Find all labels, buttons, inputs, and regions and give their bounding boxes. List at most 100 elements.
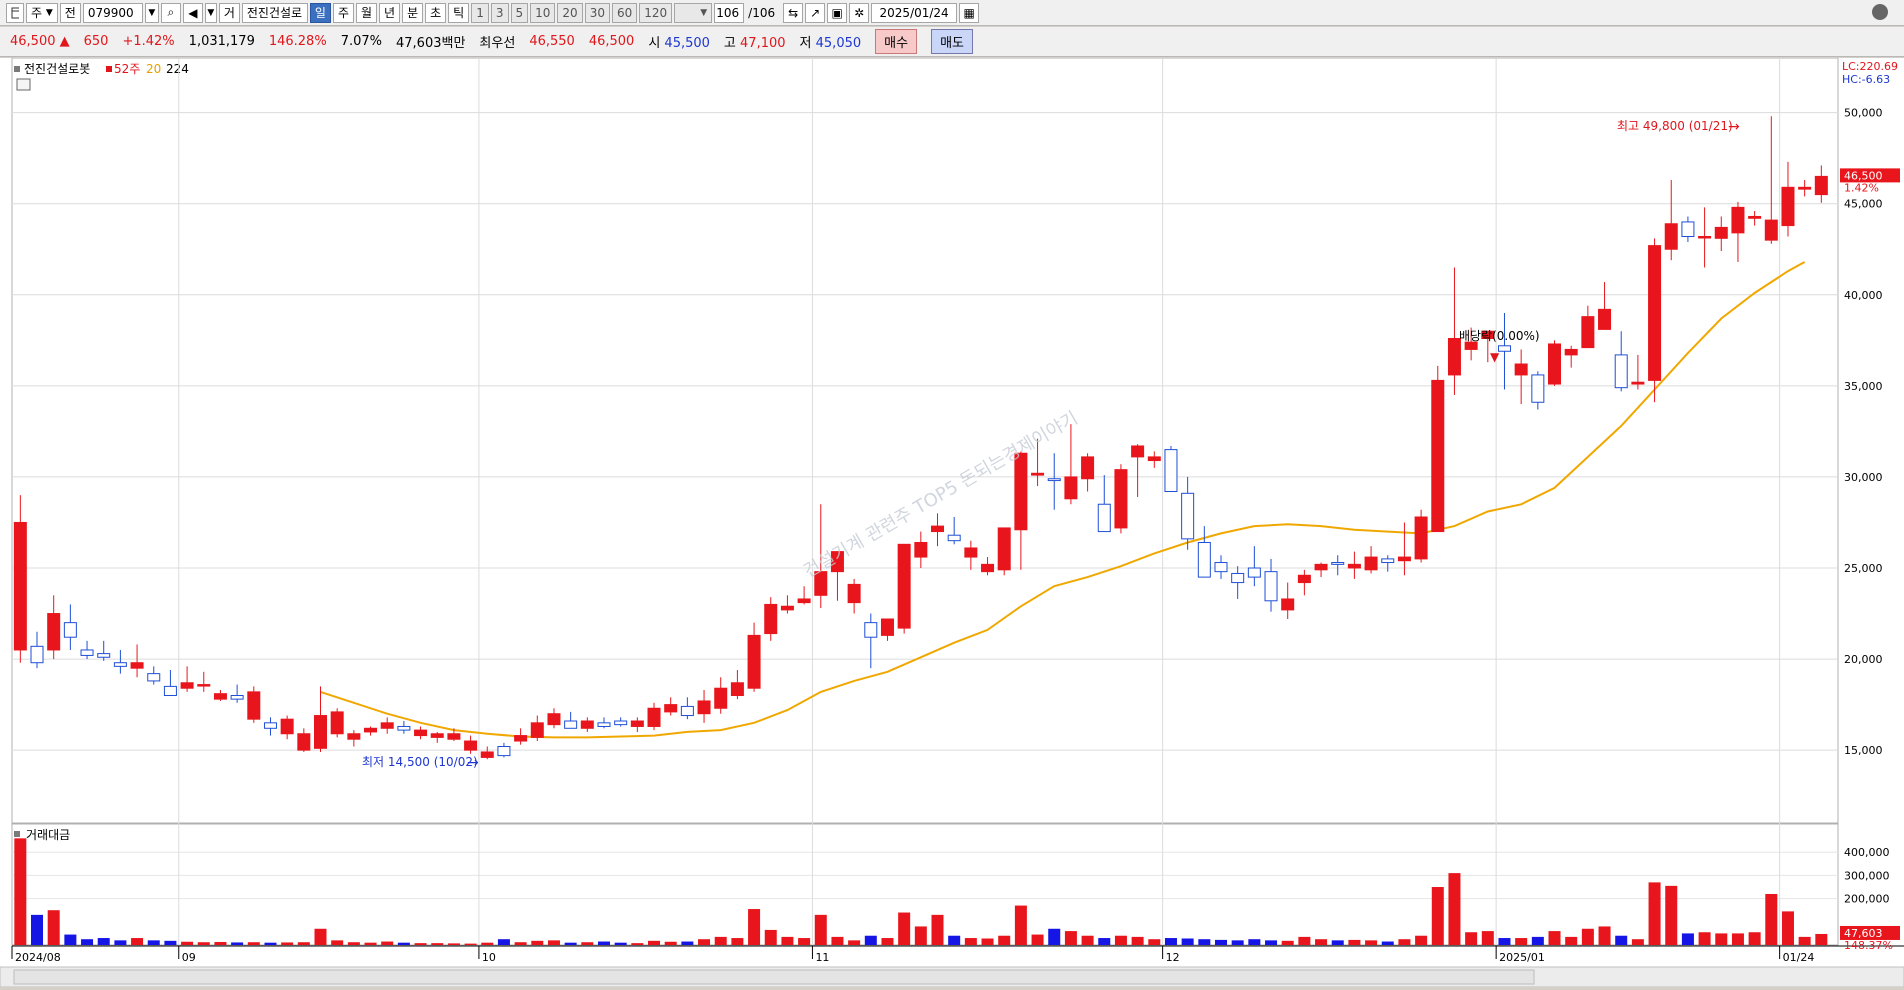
candle-body [97,653,111,658]
date-tick-label: 11 [815,951,829,964]
candle-body [947,534,961,542]
volume-bar [97,938,110,945]
search-button[interactable]: ⌕ [160,2,181,23]
candle-body [1581,316,1595,349]
volume-bar [931,914,944,945]
price-tick-label: 15,000 [1844,744,1883,757]
volume-bar [1631,939,1644,945]
max-arrow-icon: → [1728,119,1740,135]
up-arrow-icon: ▲ [59,34,70,49]
stock-code-input[interactable]: 079900 [82,2,143,23]
volume-bar [181,941,194,945]
save-icon: ▣ [831,5,843,20]
volume: 1,031,179 [188,34,255,49]
volume-bar [1481,931,1494,945]
mode-select-1[interactable]: 주 ▼ [26,2,58,23]
price-tick-label: 40,000 [1844,289,1883,302]
chevron-down-icon: ▼ [207,7,215,18]
grid-table-icon[interactable] [16,78,31,91]
minute-option-120[interactable]: 120 [639,2,673,23]
volume-bar [881,938,894,945]
legend-ma224: 224 [166,62,189,76]
volume-bar [1415,935,1428,945]
link-button[interactable]: ⇆ [783,2,804,23]
stock-name-field[interactable]: 전진건설로 [241,2,308,23]
calendar-button[interactable]: ▦ [959,2,980,23]
period-tab-day[interactable]: 일 [309,2,331,23]
candle-body [931,525,945,533]
date-input[interactable]: 2025/01/24 [871,2,958,23]
kind-button[interactable]: 거 [218,2,240,23]
candle-body [1598,308,1612,330]
interval-select[interactable]: ▼ [674,2,713,23]
volume-bar [1515,938,1528,945]
minute-option-20[interactable]: 20 [557,2,583,23]
volume-bar [64,934,77,945]
count-input[interactable]: 106 [714,2,745,23]
volume-bar [381,941,394,945]
period-tab-month[interactable]: 월 [355,2,378,23]
buy-button[interactable]: 매수 [875,29,918,54]
period-tab-minute[interactable]: 분 [402,2,424,23]
price-value: 46,500 [10,34,56,49]
volume-tick-label: 200,000 [1844,893,1890,906]
volume-bar [664,941,677,945]
mode-select-2[interactable]: 전 [59,2,81,23]
volume-bar [197,942,210,945]
candle-body [1264,571,1278,602]
volume-bar [1231,940,1244,945]
volume-bar [714,936,727,945]
date-tick-label: 2025/01 [1499,951,1545,964]
minute-option-60[interactable]: 60 [611,2,638,23]
chart-panel[interactable]: 전진건설로봇 52주 20 224 LC:220.69 HC:-6.63 15,… [0,57,1904,988]
candle-body [1548,343,1562,385]
candle-body [397,725,411,731]
candle-body [630,720,644,727]
candle-body [1081,456,1095,480]
volume-bar [1815,933,1828,945]
settings-button[interactable]: ✲ [849,2,870,23]
volume-bar [514,942,527,945]
volume-bar [764,929,777,945]
candle-body [1681,221,1695,238]
volume-bar [1164,938,1177,945]
minute-option-5[interactable]: 5 [510,2,529,23]
candle-body [1631,381,1645,385]
minute-option-10[interactable]: 10 [530,2,556,23]
speaker-button[interactable]: ◀ [182,2,203,23]
volume-bar [1098,938,1111,945]
volume-bar [447,943,460,945]
candle-body [1281,598,1295,611]
high-label: 고 [723,36,736,51]
period-tab-tick[interactable]: 틱 [448,2,470,23]
period-tab-week[interactable]: 주 [332,2,354,23]
link-icon: ⇆ [788,5,799,20]
quote-bar: 46,500 ▲ 650 +1.42% 1,031,179 146.28% 7.… [0,27,1904,57]
arrow-button[interactable]: ↗ [805,2,826,23]
gear-icon: ✲ [854,5,865,20]
minute-option-30[interactable]: 30 [584,2,610,23]
minute-option-3[interactable]: 3 [490,2,509,23]
minute-option-1[interactable]: 1 [471,2,489,23]
candle-body [764,603,778,635]
volume-tick-label: 300,000 [1844,869,1890,882]
save-button[interactable]: ▣ [827,2,848,23]
window-control-circle[interactable] [1872,4,1888,20]
candle-body [647,707,661,727]
volume-bar [281,942,294,945]
low-value: 45,050 [815,36,862,51]
candle-body [1714,226,1728,239]
period-tab-year[interactable]: 년 [379,2,401,23]
price-tick-label: 35,000 [1844,380,1883,393]
code-dropdown-button[interactable]: ▼ [144,2,159,23]
dividend-arrow-icon: ▼ [1490,350,1500,364]
volume-bar [14,838,27,945]
candle-body [880,618,894,636]
candle-body [1764,219,1778,241]
chart-window-icon[interactable] [6,2,24,23]
candle-body [730,682,744,696]
sell-button[interactable]: 매도 [931,29,973,54]
candlestick-chart[interactable]: 전진건설로봇 52주 20 224 LC:220.69 HC:-6.63 15,… [0,57,1904,988]
speaker-dropdown[interactable]: ▼ [204,2,217,23]
period-tab-second[interactable]: 초 [425,2,447,23]
